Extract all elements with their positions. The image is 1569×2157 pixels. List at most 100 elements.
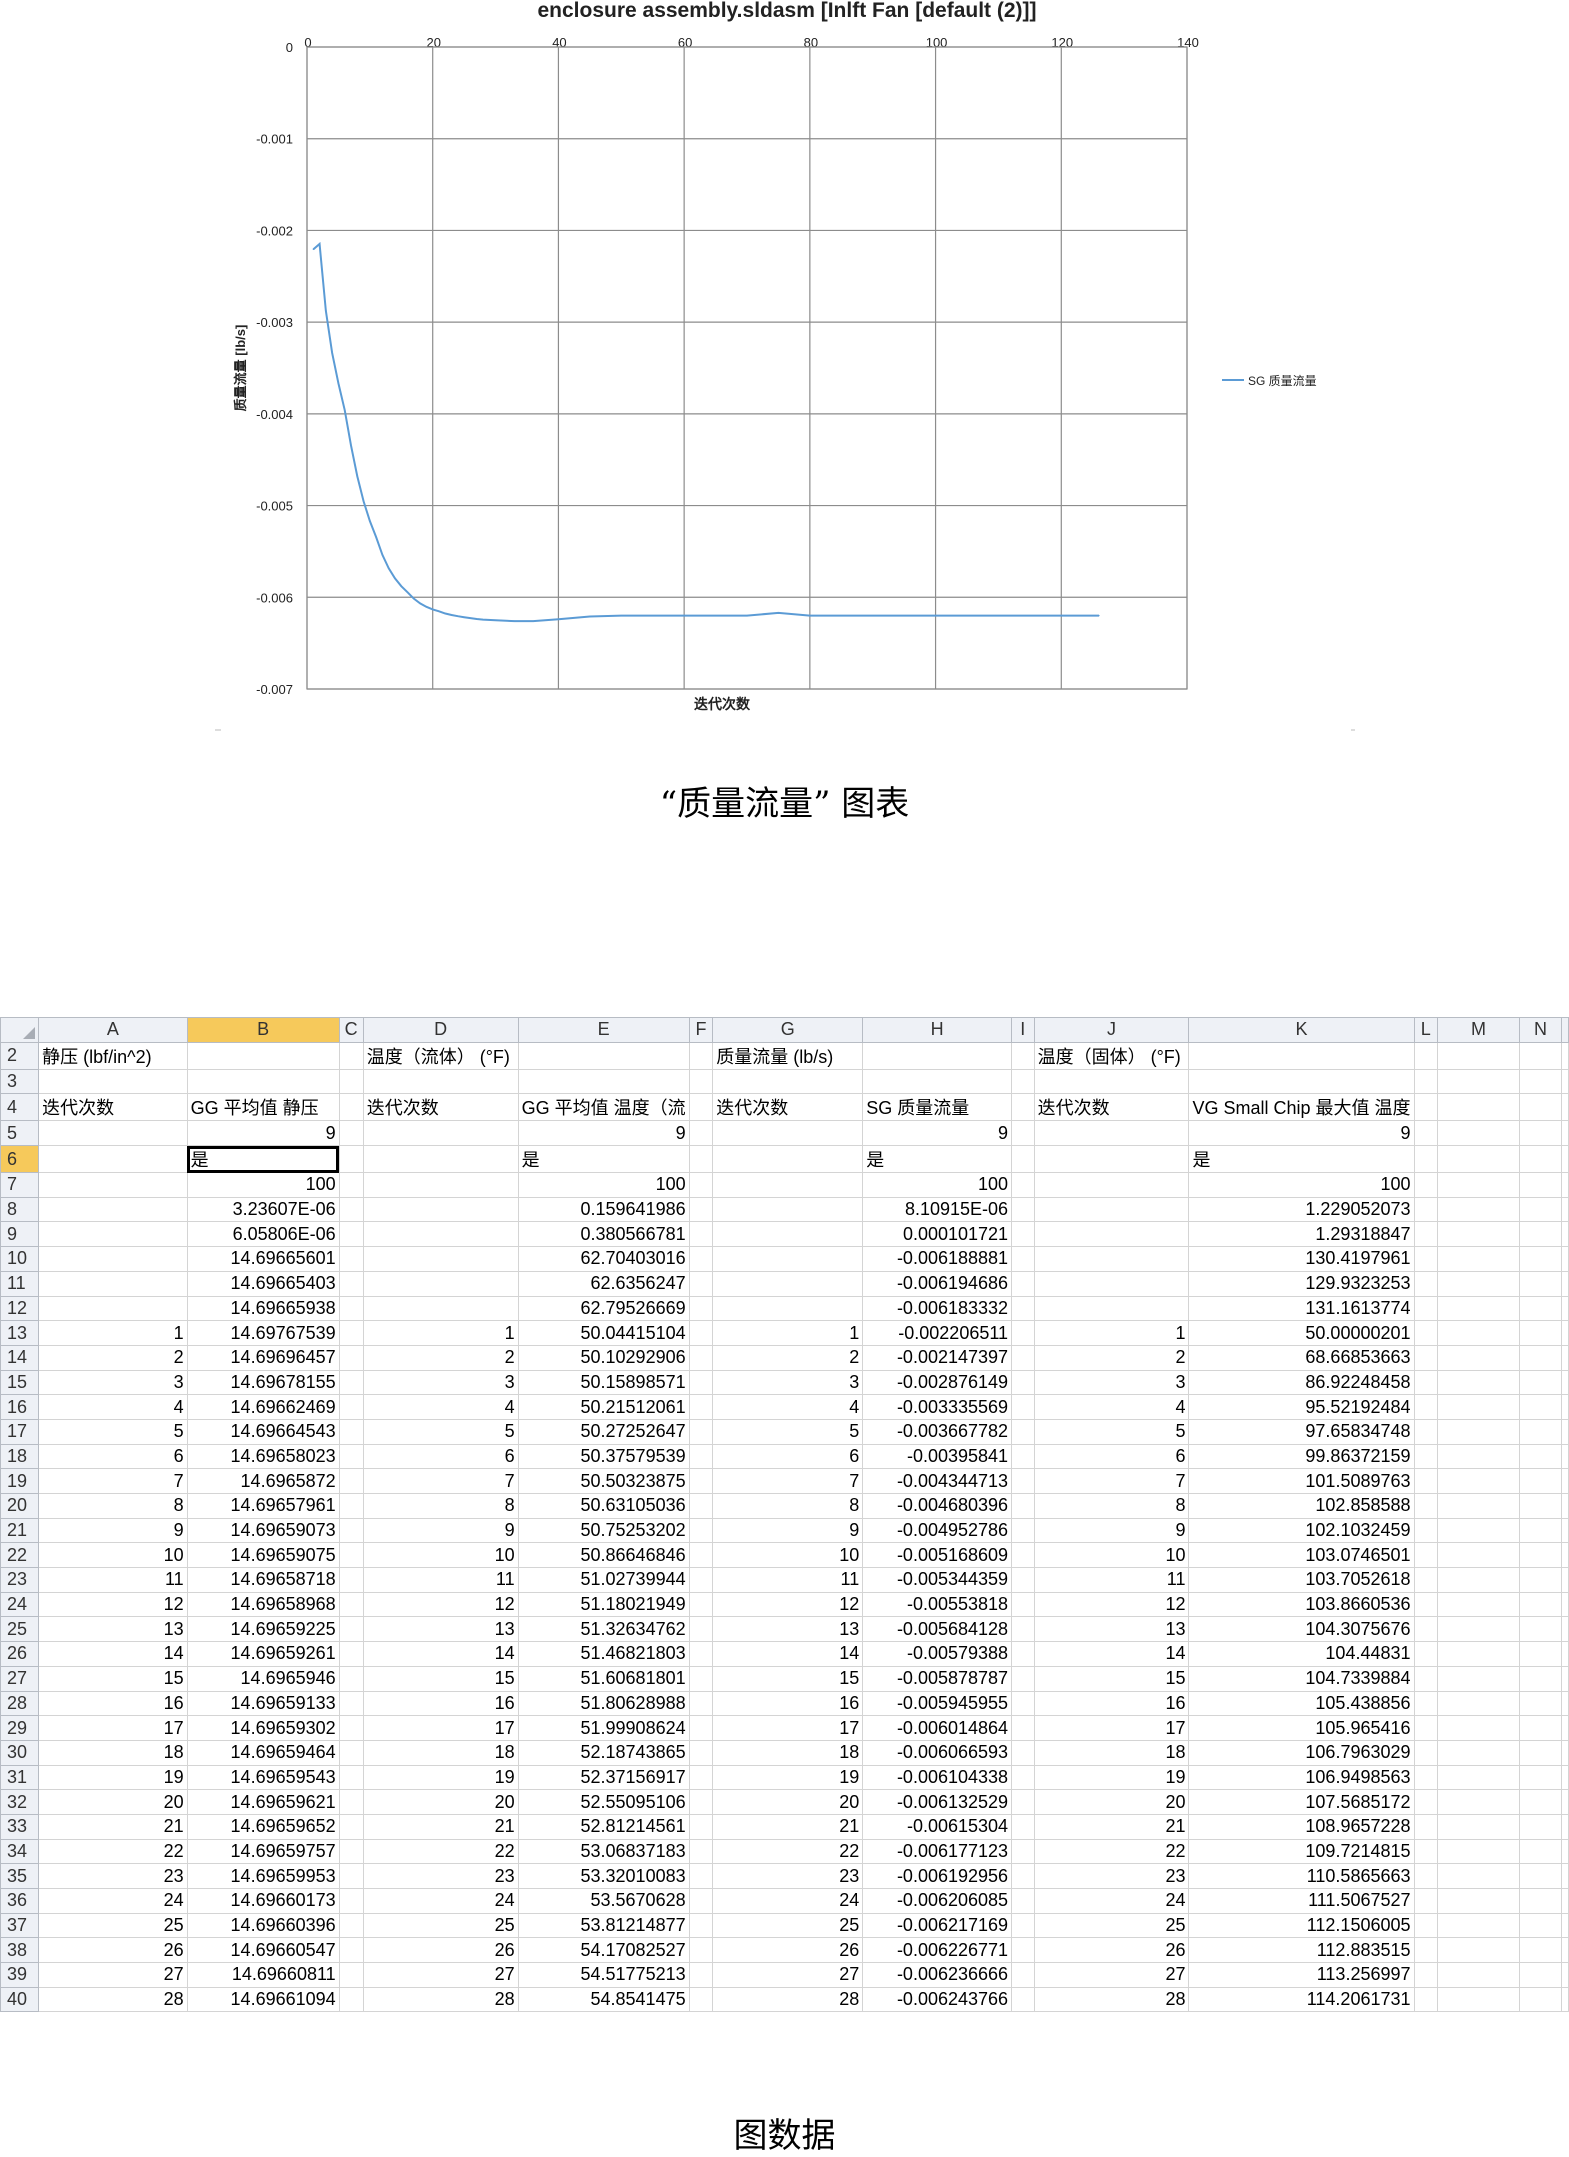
cell-a23[interactable]: 11 [38, 1567, 188, 1593]
row-header[interactable]: 21 [0, 1517, 40, 1544]
cell-l26[interactable] [1413, 1641, 1439, 1667]
cell-k21[interactable]: 102.1032459 [1188, 1517, 1415, 1544]
cell-n29[interactable] [1519, 1715, 1562, 1741]
cell-g7[interactable] [712, 1172, 864, 1198]
cell-g34[interactable]: 22 [712, 1838, 864, 1865]
cell-c4[interactable] [338, 1093, 364, 1122]
cell-g18[interactable]: 6 [712, 1443, 864, 1470]
cell-n21[interactable] [1519, 1517, 1562, 1544]
cell-a20[interactable]: 8 [38, 1493, 188, 1519]
cell-k6[interactable]: 是 [1188, 1145, 1415, 1174]
cell-a34[interactable]: 22 [38, 1838, 188, 1865]
cell-i26[interactable] [1011, 1641, 1035, 1667]
cell-g10[interactable] [712, 1246, 864, 1272]
row-header[interactable]: 22 [0, 1542, 40, 1569]
row-header[interactable]: 16 [0, 1394, 40, 1420]
cell-c10[interactable] [338, 1246, 364, 1272]
cell-c21[interactable] [338, 1517, 364, 1544]
cell-d14[interactable]: 2 [362, 1344, 519, 1371]
row-header[interactable]: 7 [0, 1172, 40, 1198]
cell-f28[interactable] [688, 1690, 714, 1717]
cell-d17[interactable]: 5 [362, 1418, 519, 1445]
column-header-g[interactable]: G [712, 1017, 864, 1043]
cell-g24[interactable]: 12 [712, 1591, 864, 1618]
cell-d4[interactable]: 迭代次数 [362, 1093, 519, 1122]
cell-f2[interactable] [688, 1041, 714, 1070]
row-header[interactable]: 37 [0, 1912, 40, 1939]
cell-f17[interactable] [688, 1418, 714, 1445]
column-header-i[interactable]: I [1011, 1017, 1035, 1043]
cell-a17[interactable]: 5 [38, 1418, 188, 1445]
cell-i31[interactable] [1011, 1764, 1035, 1791]
cell-f37[interactable] [688, 1912, 714, 1939]
row-header[interactable]: 8 [0, 1196, 40, 1223]
cell-g32[interactable]: 20 [712, 1789, 864, 1815]
cell-l6[interactable] [1413, 1145, 1439, 1174]
cell-j6[interactable] [1033, 1145, 1190, 1174]
cell-f34[interactable] [688, 1838, 714, 1865]
cell-d36[interactable]: 24 [362, 1888, 519, 1914]
cell-h14[interactable]: -0.002147397 [862, 1344, 1013, 1371]
cell-c35[interactable] [338, 1863, 364, 1889]
cell-k20[interactable]: 102.858588 [1188, 1493, 1415, 1519]
cell-c20[interactable] [338, 1493, 364, 1519]
cell-n34[interactable] [1519, 1838, 1562, 1865]
cell-m24[interactable] [1437, 1591, 1520, 1618]
cell-j20[interactable]: 8 [1033, 1493, 1190, 1519]
cell-i17[interactable] [1011, 1418, 1035, 1445]
cell-i20[interactable] [1011, 1493, 1035, 1519]
row-header[interactable]: 6 [0, 1145, 40, 1174]
cell-i21[interactable] [1011, 1517, 1035, 1544]
cell-h38[interactable]: -0.006226771 [862, 1937, 1013, 1964]
cell-m6[interactable] [1437, 1145, 1520, 1174]
cell-i9[interactable] [1011, 1221, 1035, 1248]
cell-n39[interactable] [1519, 1962, 1562, 1988]
cell-i33[interactable] [1011, 1813, 1035, 1840]
cell-e6[interactable]: 是 [517, 1145, 690, 1174]
cell-m31[interactable] [1437, 1764, 1520, 1791]
cell-d2[interactable]: 温度（流体） (°F) [362, 1041, 519, 1070]
cell-m36[interactable] [1437, 1888, 1520, 1914]
cell-f40[interactable] [688, 1986, 714, 2013]
cell-f11[interactable] [688, 1270, 714, 1297]
cell-j12[interactable] [1033, 1295, 1190, 1322]
cell-i36[interactable] [1011, 1888, 1035, 1914]
cell-h40[interactable]: -0.006243766 [862, 1986, 1013, 2013]
cell-k35[interactable]: 110.5865663 [1188, 1863, 1415, 1889]
cell-d30[interactable]: 18 [362, 1739, 519, 1766]
cell-m22[interactable] [1437, 1542, 1520, 1569]
cell-g12[interactable] [712, 1295, 864, 1322]
cell-m11[interactable] [1437, 1270, 1520, 1297]
cell-e38[interactable]: 54.17082527 [517, 1937, 690, 1964]
cell-f29[interactable] [688, 1715, 714, 1741]
cell-l2[interactable] [1413, 1041, 1439, 1070]
cell-d15[interactable]: 3 [362, 1369, 519, 1396]
cell-k5[interactable]: 9 [1188, 1120, 1415, 1147]
row-header[interactable]: 40 [0, 1986, 40, 2013]
cell-k9[interactable]: 1.29318847 [1188, 1221, 1415, 1248]
cell-e12[interactable]: 62.79526669 [517, 1295, 690, 1322]
cell-c33[interactable] [338, 1813, 364, 1840]
cell-b36[interactable]: 14.69660173 [186, 1888, 340, 1914]
cell-h3[interactable] [862, 1068, 1013, 1095]
cell-c37[interactable] [338, 1912, 364, 1939]
row-header[interactable]: 20 [0, 1493, 40, 1519]
cell-c38[interactable] [338, 1937, 364, 1964]
cell-h11[interactable]: -0.006194686 [862, 1270, 1013, 1297]
cell-b11[interactable]: 14.69665403 [186, 1270, 340, 1297]
cell-a11[interactable] [38, 1270, 188, 1297]
cell-c7[interactable] [338, 1172, 364, 1198]
cell-f10[interactable] [688, 1246, 714, 1272]
cell-n17[interactable] [1519, 1418, 1562, 1445]
row-header[interactable]: 13 [0, 1320, 40, 1346]
cell-m23[interactable] [1437, 1567, 1520, 1593]
cell-l27[interactable] [1413, 1665, 1439, 1692]
row-header[interactable]: 17 [0, 1418, 40, 1445]
cell-c32[interactable] [338, 1789, 364, 1815]
cell-g14[interactable]: 2 [712, 1344, 864, 1371]
cell-a22[interactable]: 10 [38, 1542, 188, 1569]
cell-d12[interactable] [362, 1295, 519, 1322]
cell-e36[interactable]: 53.5670628 [517, 1888, 690, 1914]
cell-b25[interactable]: 14.69659225 [186, 1616, 340, 1643]
cell-m7[interactable] [1437, 1172, 1520, 1198]
